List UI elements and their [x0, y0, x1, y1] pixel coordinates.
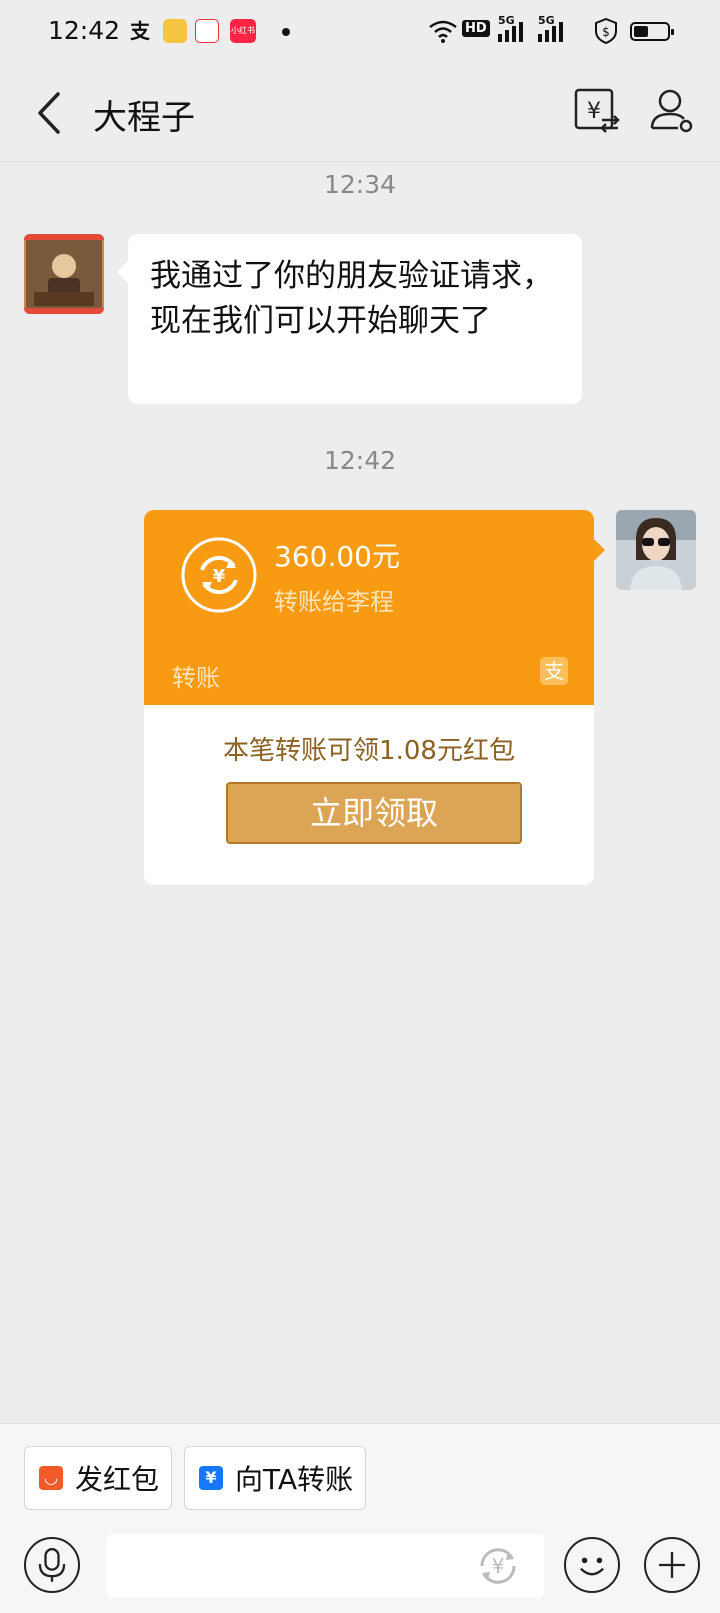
shield-icon: $ — [595, 18, 617, 44]
send-red-packet-button[interactable]: ◡ 发红包 — [24, 1446, 172, 1510]
timestamp: 12:34 — [323, 170, 397, 199]
voice-icon[interactable] — [24, 1537, 80, 1593]
transfer-card-header: ¥ 360.00元 转账给李程 转账 支 — [144, 510, 605, 705]
red-packet-icon: ◡ — [39, 1466, 63, 1490]
chat-title: 大程子 — [93, 98, 195, 138]
weibo-icon — [195, 19, 219, 43]
battery-icon — [630, 22, 674, 41]
emoji-icon[interactable] — [564, 1537, 620, 1593]
back-arrow-icon[interactable] — [30, 90, 70, 136]
send-red-packet-label: 发红包 — [75, 1463, 160, 1496]
input-area: ◡ 发红包 ¥ 向TA转账 ¥ — [0, 1423, 720, 1613]
transfer-yuan-icon: ¥ — [199, 1466, 223, 1490]
plus-icon[interactable] — [644, 1537, 700, 1593]
xiaohongshu-icon: 小红书 — [230, 19, 256, 43]
status-bar: 12:42 支 小红书 HD 5G 5G $ — [0, 0, 720, 66]
yuan-icon[interactable]: ¥ — [474, 1542, 522, 1590]
claim-now-button[interactable]: 立即领取 — [226, 782, 522, 844]
profile-icon[interactable] — [648, 86, 698, 136]
message-text: 我通过了你的朋友验证请求，现在我们可以开始聊天了 — [150, 258, 553, 339]
battery-level — [634, 26, 648, 37]
transfer-to-ta-label: 向TA转账 — [235, 1463, 354, 1496]
alipay-logo-icon: 支 — [540, 657, 568, 685]
message-bubble[interactable]: 我通过了你的朋友验证请求，现在我们可以开始聊天了 — [117, 234, 582, 404]
svg-text:¥: ¥ — [587, 99, 601, 124]
alipay-icon: 支 — [130, 19, 150, 43]
svg-text:¥: ¥ — [213, 566, 226, 587]
contact-avatar-image — [24, 234, 104, 314]
hd-badge: HD — [462, 20, 490, 37]
timestamp: 12:42 — [323, 446, 397, 475]
contact-avatar[interactable] — [24, 234, 104, 314]
status-time: 12:42 — [48, 16, 121, 45]
transfer-card[interactable]: ¥ 360.00元 转账给李程 转账 支 本笔转账可领1.08元红包 立即领取 — [144, 510, 605, 885]
transfer-amount: 360.00元 — [274, 540, 400, 573]
svg-text:¥: ¥ — [492, 1554, 505, 1578]
transfer-icon[interactable]: ¥ — [572, 86, 622, 136]
transfer-description: 转账给李程 — [274, 588, 394, 616]
transfer-to-ta-button[interactable]: ¥ 向TA转账 — [184, 1446, 366, 1510]
chat-header: 大程子 ¥ — [0, 66, 720, 162]
transfer-label: 转账 — [172, 664, 220, 692]
my-avatar[interactable] — [616, 510, 696, 590]
red-packet-promo: 本笔转账可领1.08元红包 — [223, 736, 515, 766]
my-avatar-image — [616, 510, 696, 590]
signal-icon-2 — [538, 22, 563, 42]
signal-icon-1 — [498, 22, 523, 42]
wifi-icon — [429, 20, 457, 43]
books-icon — [163, 19, 187, 43]
notification-dot — [282, 28, 290, 36]
transfer-exchange-icon: ¥ — [181, 537, 257, 613]
svg-text:$: $ — [602, 25, 610, 39]
